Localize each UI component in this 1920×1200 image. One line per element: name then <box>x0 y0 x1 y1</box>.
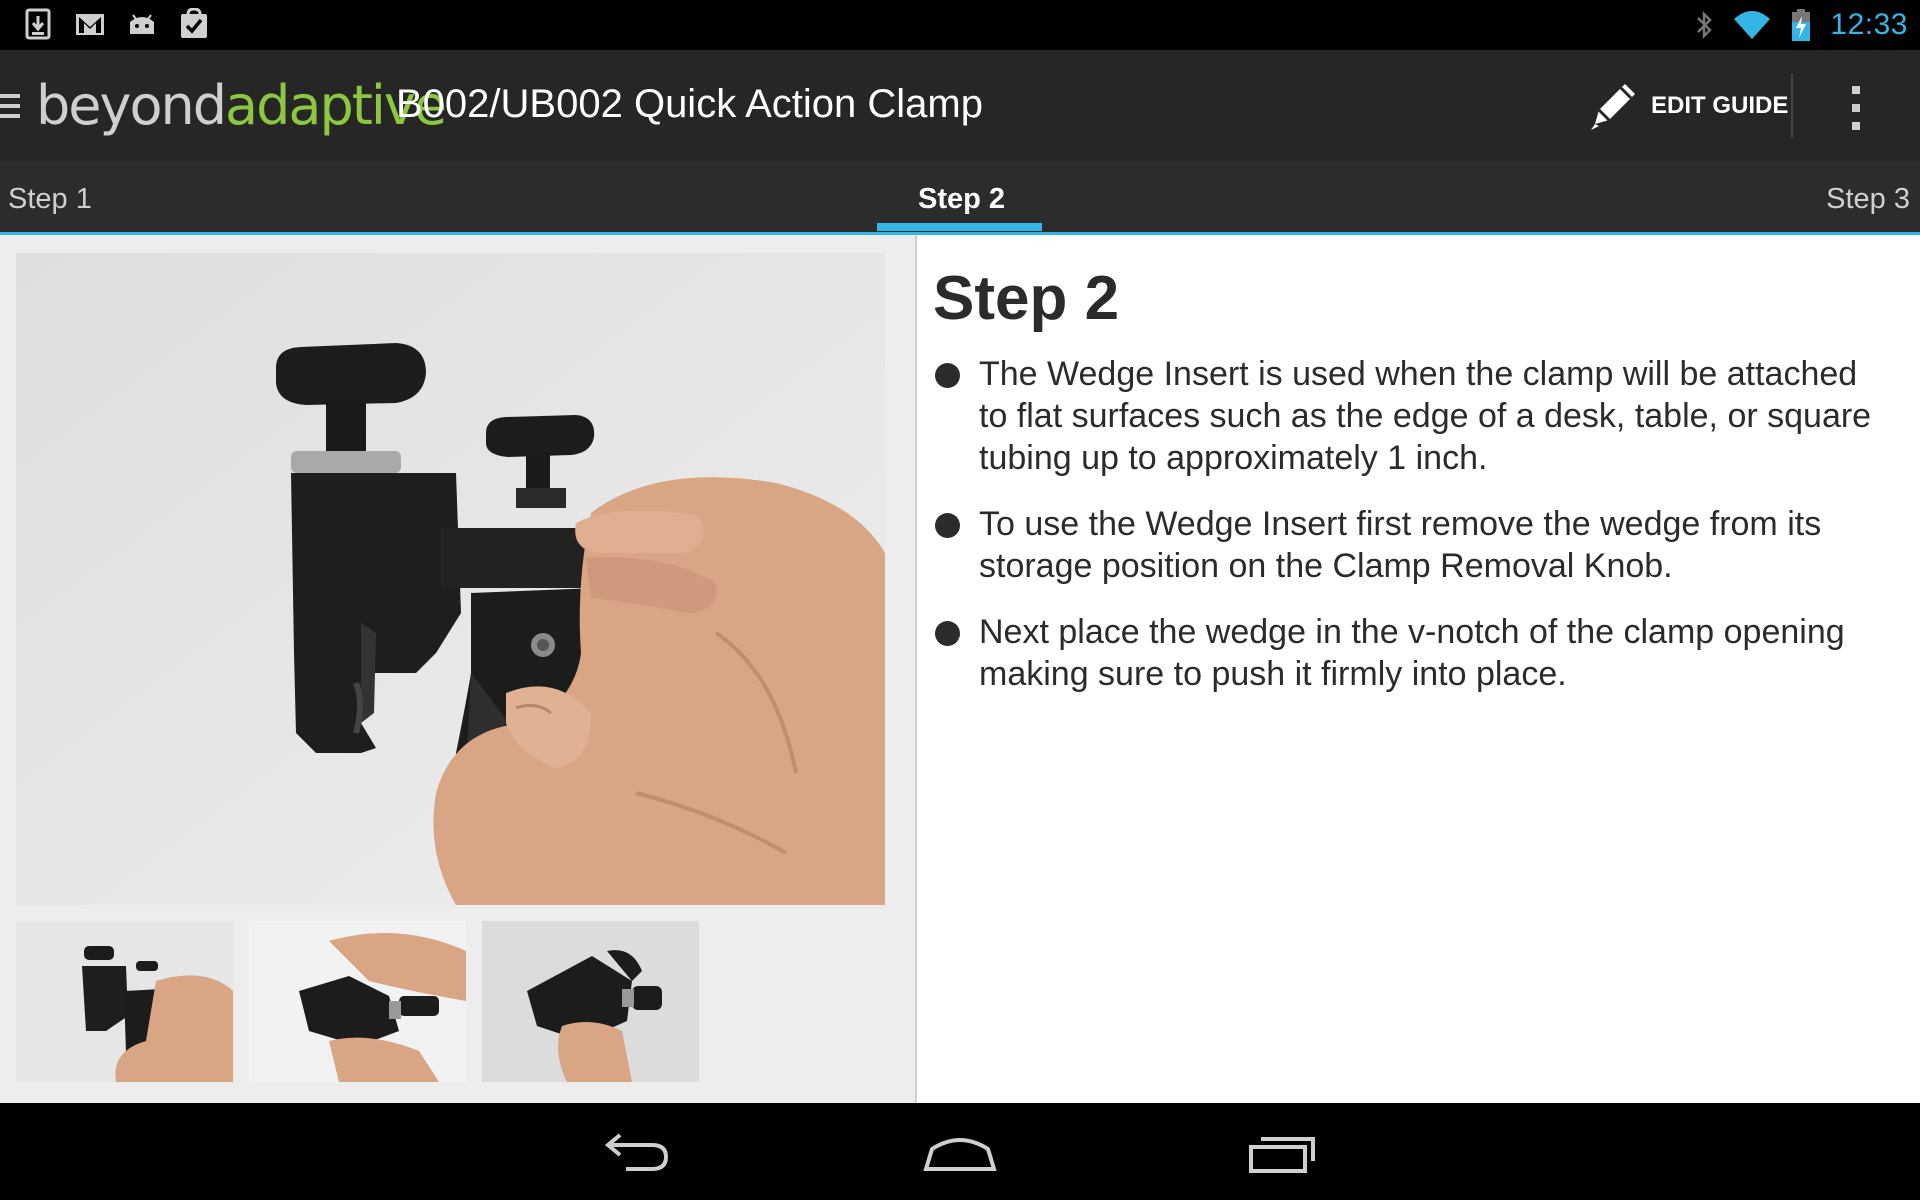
system-icons: 12:33 <box>1694 0 1908 50</box>
android-icon <box>130 14 154 34</box>
bullet-text: The Wedge Insert is used when the clamp … <box>979 355 1872 477</box>
list-item: The Wedge Insert is used when the clamp … <box>933 353 1883 479</box>
step-thumbnail-1[interactable] <box>16 921 233 1082</box>
step-content-pane: Step 2 The Wedge Insert is used when the… <box>917 235 1920 1103</box>
edit-guide-button[interactable]: EDIT GUIDE <box>1585 76 1788 136</box>
step-thumbnail-3[interactable] <box>482 921 699 1082</box>
main-step-photo[interactable] <box>16 253 885 905</box>
tab-step-2[interactable]: Step 2 <box>918 183 1005 216</box>
home-icon[interactable] <box>920 1125 1000 1177</box>
tab-step-1[interactable]: Step 1 <box>8 183 92 216</box>
action-bar: beyondadaptive B002/UB002 Quick Action C… <box>0 50 1920 161</box>
status-clock: 12:33 <box>1830 8 1908 41</box>
media-pane <box>0 235 915 1103</box>
step-thumbnail-2[interactable] <box>249 921 466 1082</box>
list-item: Next place the wedge in the v-notch of t… <box>933 611 1883 695</box>
app-logo[interactable]: beyondadaptive <box>36 74 447 137</box>
page-title: B002/UB002 Quick Action Clamp <box>396 82 983 126</box>
logo-text-beyond: beyond <box>36 74 227 137</box>
bullet-dot-icon <box>935 363 960 388</box>
bullet-dot-icon <box>935 621 960 646</box>
list-item: To use the Wedge Insert first remove the… <box>933 503 1883 587</box>
bullet-text: Next place the wedge in the v-notch of t… <box>979 613 1845 693</box>
overflow-menu-icon[interactable] <box>1846 84 1866 132</box>
notification-icons <box>22 8 210 40</box>
step-bullet-list: The Wedge Insert is used when the clamp … <box>933 353 1883 719</box>
bullet-dot-icon <box>935 513 960 538</box>
pencil-icon <box>1591 84 1635 130</box>
drawer-menu-icon[interactable] <box>0 92 20 120</box>
download-icon <box>25 8 51 40</box>
gmail-icon <box>76 14 104 35</box>
step-heading: Step 2 <box>933 264 1120 333</box>
selected-tab-indicator <box>877 223 1042 231</box>
bluetooth-icon <box>1697 10 1713 40</box>
wifi-icon <box>1734 11 1771 39</box>
step-tabs: Step 1 Step 2 Step 3 <box>0 161 1920 235</box>
system-nav-bar <box>0 1103 1920 1200</box>
task-check-icon <box>181 8 207 38</box>
edit-guide-label: EDIT GUIDE <box>1651 92 1789 119</box>
recent-apps-icon[interactable] <box>1245 1125 1325 1177</box>
back-icon[interactable] <box>596 1125 676 1177</box>
battery-charging-icon <box>1792 9 1811 41</box>
bullet-text: To use the Wedge Insert first remove the… <box>979 505 1822 585</box>
tab-step-3[interactable]: Step 3 <box>1826 183 1910 216</box>
status-bar: 12:33 <box>0 0 1920 50</box>
action-bar-divider <box>1791 74 1793 138</box>
